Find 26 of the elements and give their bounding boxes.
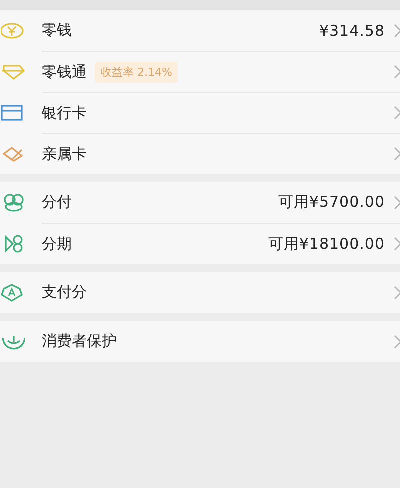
rate-tag: 收益率 2.14% [95,62,178,82]
menu-item[interactable]: 支付分 [42,283,87,302]
menu-item[interactable]: 银行卡 [42,104,87,122]
menu-item[interactable]: 分付 [42,193,72,212]
chevron-icon [393,147,400,161]
chevron-icon [393,334,400,348]
menu-item[interactable]: 零钱通 [42,62,87,82]
ribbon-icon [1,144,25,162]
clover-icon [1,194,25,212]
amount-text: 可用¥5700.00 [278,193,385,212]
chevron-icon [393,24,400,38]
menu-item[interactable]: 消费者保护 [42,332,117,351]
chevron-icon [393,65,400,79]
badge-icon [1,284,25,302]
coin-icon [1,22,25,40]
amount-text: 可用¥18100.00 [268,234,385,254]
menu-item[interactable]: 零钱 [42,21,72,40]
menu-item[interactable]: 分期 [42,234,72,254]
card-icon [1,104,25,122]
menu-item[interactable]: 亲属卡 [42,144,87,164]
chevron-icon [393,106,400,120]
diamond-icon [1,62,25,80]
amount-text: ¥314.58 [319,22,385,40]
chevron-icon [393,286,400,300]
chevron-icon [393,237,400,251]
chevron-icon [393,196,400,210]
